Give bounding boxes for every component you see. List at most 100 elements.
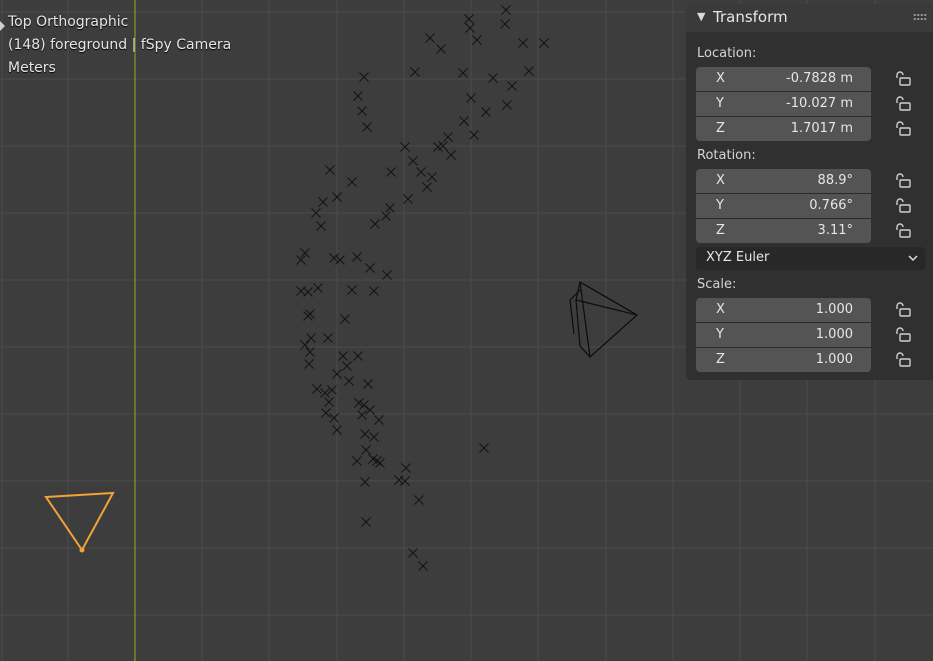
tracking-marker[interactable] [414, 495, 424, 505]
tracking-marker[interactable] [501, 5, 511, 15]
rotation-mode-select[interactable]: XYZ Euler [696, 247, 925, 270]
tracking-marker[interactable] [360, 429, 370, 439]
location-z-field[interactable]: Z 1.7017 m [696, 117, 871, 141]
tracking-marker[interactable] [418, 561, 428, 571]
tracking-marker[interactable] [465, 23, 475, 33]
location-x-field[interactable]: X -0.7828 m [696, 67, 871, 92]
tracking-marker[interactable] [347, 177, 357, 187]
tracking-marker[interactable] [385, 203, 395, 213]
tracking-marker[interactable] [304, 359, 314, 369]
tracking-marker[interactable] [403, 194, 413, 204]
tracking-marker[interactable] [401, 463, 411, 473]
tracking-marker[interactable] [436, 44, 446, 54]
tracking-marker[interactable] [359, 72, 369, 82]
tracking-marker[interactable] [422, 182, 432, 192]
tracking-marker[interactable] [427, 172, 437, 182]
tracking-marker[interactable] [344, 376, 354, 386]
tracking-marker[interactable] [325, 165, 335, 175]
tracking-marker[interactable] [518, 38, 528, 48]
lock-scale-y-icon[interactable] [894, 327, 912, 343]
tracking-marker[interactable] [488, 73, 498, 83]
tracking-marker[interactable] [369, 286, 379, 296]
tracking-marker[interactable] [321, 408, 331, 418]
tracking-marker[interactable] [524, 66, 534, 76]
rotation-y-field[interactable]: Y 0.766° [696, 194, 871, 219]
tracking-marker[interactable] [446, 150, 456, 160]
tracking-marker[interactable] [464, 14, 474, 24]
tracking-marker[interactable] [357, 410, 367, 420]
tracking-marker[interactable] [458, 68, 468, 78]
tracking-marker[interactable] [507, 81, 517, 91]
tracking-marker[interactable] [306, 333, 316, 343]
scale-x-field[interactable]: X 1.000 [696, 298, 871, 323]
lock-rotation-z-icon[interactable] [894, 223, 912, 239]
tracking-marker[interactable] [410, 67, 420, 77]
viewport-corner-handle[interactable] [0, 21, 5, 31]
lock-scale-x-icon[interactable] [894, 302, 912, 318]
lock-location-z-icon[interactable] [894, 121, 912, 137]
tracking-marker[interactable] [352, 456, 362, 466]
tracking-marker[interactable] [300, 340, 310, 350]
tracking-marker[interactable] [400, 142, 410, 152]
tracking-marker[interactable] [342, 361, 352, 371]
tracking-marker[interactable] [357, 106, 367, 116]
tracking-marker[interactable] [313, 283, 323, 293]
tracking-marker[interactable] [320, 388, 330, 398]
tracking-marker[interactable] [360, 477, 370, 487]
tracking-markers[interactable] [296, 5, 549, 571]
tracking-marker[interactable] [372, 456, 382, 466]
tracking-marker[interactable] [408, 548, 418, 558]
tracking-marker[interactable] [323, 333, 333, 343]
tracking-marker[interactable] [416, 167, 426, 177]
transform-panel-header[interactable]: ▼ Transform [686, 4, 933, 32]
tracking-marker[interactable] [408, 156, 418, 166]
scale-z-field[interactable]: Z 1.000 [696, 348, 871, 372]
drag-grip-icon[interactable] [913, 13, 927, 21]
lock-scale-z-icon[interactable] [894, 352, 912, 368]
tracking-marker[interactable] [353, 91, 363, 101]
lock-rotation-x-icon[interactable] [894, 173, 912, 189]
tracking-marker[interactable] [362, 122, 372, 132]
tracking-marker[interactable] [382, 270, 392, 280]
tracking-marker[interactable] [502, 100, 512, 110]
tracking-marker[interactable] [365, 405, 375, 415]
tracking-marker[interactable] [370, 219, 380, 229]
tracking-marker[interactable] [340, 314, 350, 324]
rotation-z-field[interactable]: Z 3.11° [696, 219, 871, 243]
tracking-marker[interactable] [459, 116, 469, 126]
tracking-marker[interactable] [312, 384, 322, 394]
tracking-marker[interactable] [443, 132, 453, 142]
tracking-marker[interactable] [500, 19, 510, 29]
tracking-marker[interactable] [347, 285, 357, 295]
tracking-marker[interactable] [386, 167, 396, 177]
tracking-marker[interactable] [305, 309, 315, 319]
rotation-x-field[interactable]: X 88.9° [696, 169, 871, 194]
tracking-marker[interactable] [374, 415, 384, 425]
tracking-marker[interactable] [472, 35, 482, 45]
tracking-marker[interactable] [303, 287, 313, 297]
tracking-marker[interactable] [363, 379, 373, 389]
tracking-marker[interactable] [318, 197, 328, 207]
lock-location-y-icon[interactable] [894, 96, 912, 112]
tracking-marker[interactable] [369, 432, 379, 442]
selected-fspy-camera[interactable] [44, 491, 115, 553]
camera-object[interactable] [569, 281, 639, 358]
tracking-marker[interactable] [324, 397, 334, 407]
tracking-marker[interactable] [479, 443, 489, 453]
tracking-marker[interactable] [425, 33, 435, 43]
lock-rotation-y-icon[interactable] [894, 198, 912, 214]
tracking-marker[interactable] [539, 38, 549, 48]
tracking-marker[interactable] [361, 445, 371, 455]
transform-panel[interactable]: ▼ Transform Location: X -0.7828 m Y -10.02… [686, 4, 933, 380]
tracking-marker[interactable] [353, 351, 363, 361]
tracking-marker[interactable] [327, 385, 337, 395]
tracking-marker[interactable] [361, 517, 371, 527]
scale-y-field[interactable]: Y 1.000 [696, 323, 871, 348]
tracking-marker[interactable] [305, 347, 315, 357]
collapse-arrow-icon[interactable]: ▼ [697, 10, 705, 23]
tracking-marker[interactable] [338, 351, 348, 361]
location-y-field[interactable]: Y -10.027 m [696, 92, 871, 117]
tracking-marker[interactable] [352, 252, 362, 262]
lock-location-x-icon[interactable] [894, 71, 912, 87]
tracking-marker[interactable] [365, 263, 375, 273]
